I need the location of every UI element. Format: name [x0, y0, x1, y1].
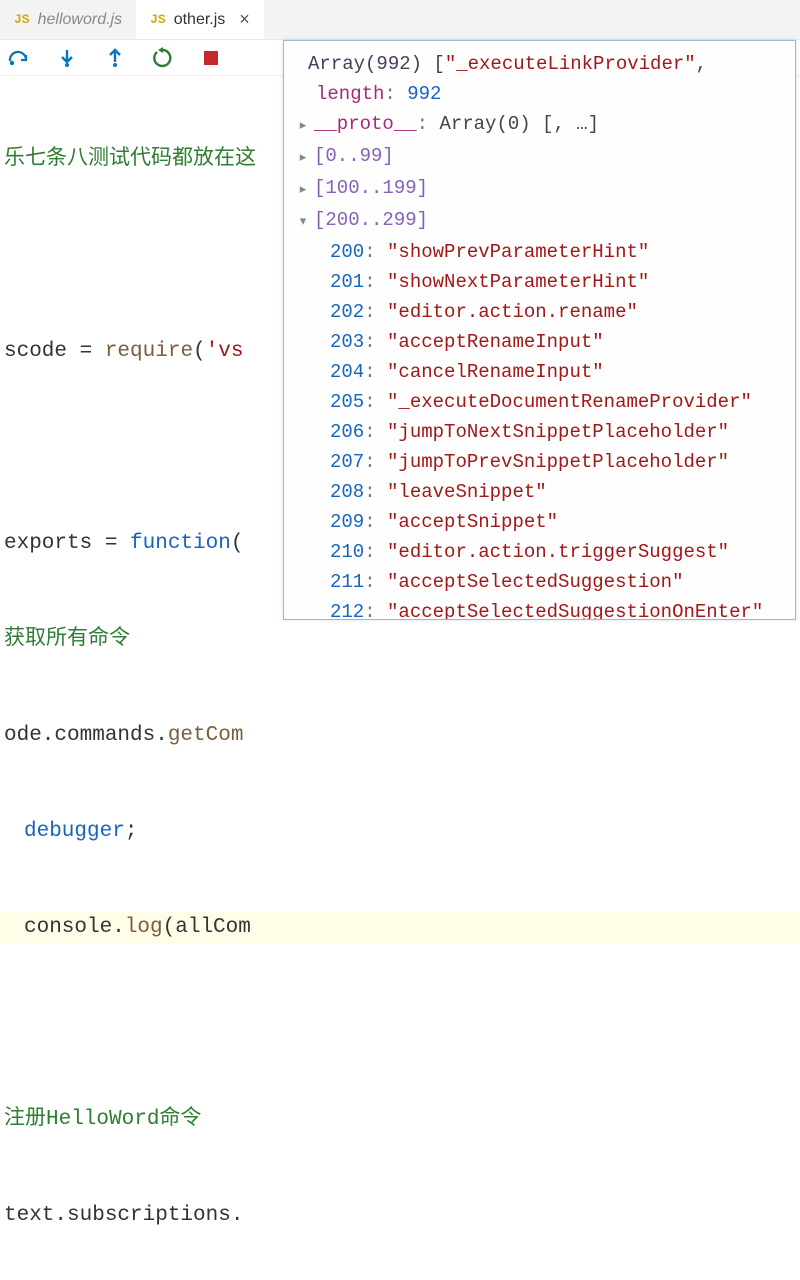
- code-line-current: console.log(allCom: [0, 912, 800, 944]
- step-out-button[interactable]: [102, 45, 128, 71]
- entry-value: "showPrevParameterHint": [387, 241, 649, 263]
- inspector-entry[interactable]: 202: "editor.action.rename": [298, 297, 785, 327]
- inspector-proto[interactable]: __proto__: Array(0) [, …]: [298, 109, 785, 141]
- entry-value: "cancelRenameInput": [387, 361, 604, 383]
- stop-icon: [204, 51, 218, 65]
- step-out-icon: [107, 48, 123, 68]
- entry-value: "showNextParameterHint": [387, 271, 649, 293]
- code-line: 注册HelloWord命令: [0, 1104, 800, 1136]
- caret-icon: [298, 175, 308, 205]
- inspector-entry[interactable]: 208: "leaveSnippet": [298, 477, 785, 507]
- close-icon[interactable]: ×: [239, 9, 250, 30]
- inspector-entry[interactable]: 211: "acceptSelectedSuggestion": [298, 567, 785, 597]
- code-line: 获取所有命令: [0, 624, 800, 656]
- code-line: ode.commands.getCom: [0, 720, 800, 752]
- step-over-button[interactable]: [6, 45, 32, 71]
- entry-index: 200: [330, 241, 364, 263]
- step-into-icon: [59, 48, 75, 68]
- inspector-entry[interactable]: 201: "showNextParameterHint": [298, 267, 785, 297]
- entry-value: "jumpToNextSnippetPlaceholder": [387, 421, 729, 443]
- inspector-entry[interactable]: 204: "cancelRenameInput": [298, 357, 785, 387]
- restart-button[interactable]: [150, 45, 176, 71]
- entry-index: 212: [330, 601, 364, 620]
- inspector-entry[interactable]: 210: "editor.action.triggerSuggest": [298, 537, 785, 567]
- entry-value: "jumpToPrevSnippetPlaceholder": [387, 451, 729, 473]
- editor-tabs: JS helloword.js JS other.js ×: [0, 0, 800, 40]
- tab-label: helloword.js: [38, 11, 122, 29]
- entry-index: 209: [330, 511, 364, 533]
- caret-icon: [298, 143, 308, 173]
- code-line: debugger;: [0, 816, 800, 848]
- stop-button[interactable]: [198, 45, 224, 71]
- caret-icon: [298, 207, 308, 237]
- inspector-range[interactable]: [200..299]: [298, 205, 785, 237]
- debug-inspector-popup[interactable]: Array(992) ["_executeLinkProvider", leng…: [283, 40, 796, 620]
- entry-value: "_executeDocumentRenameProvider": [387, 391, 752, 413]
- tab-label: other.js: [174, 11, 226, 29]
- step-over-icon: [8, 49, 30, 67]
- entry-index: 204: [330, 361, 364, 383]
- restart-icon: [152, 47, 174, 69]
- tab-helloword[interactable]: JS helloword.js: [0, 0, 136, 39]
- tab-other[interactable]: JS other.js ×: [136, 0, 264, 39]
- js-icon: JS: [150, 12, 166, 27]
- inspector-entry[interactable]: 212: "acceptSelectedSuggestionOnEnter": [298, 597, 785, 620]
- entry-value: "acceptSnippet": [387, 511, 558, 533]
- code-line: text.subscriptions.: [0, 1200, 800, 1232]
- entry-value: "acceptSelectedSuggestion": [387, 571, 683, 593]
- entry-value: "editor.action.rename": [387, 301, 638, 323]
- js-icon: JS: [14, 12, 30, 27]
- range-label: [200..299]: [314, 209, 428, 231]
- entry-index: 207: [330, 451, 364, 473]
- entry-index: 201: [330, 271, 364, 293]
- entry-value: "acceptRenameInput": [387, 331, 604, 353]
- caret-icon: [298, 111, 308, 141]
- inspector-entry[interactable]: 206: "jumpToNextSnippetPlaceholder": [298, 417, 785, 447]
- range-label: [0..99]: [314, 145, 394, 167]
- entry-index: 208: [330, 481, 364, 503]
- step-into-button[interactable]: [54, 45, 80, 71]
- inspector-range[interactable]: [0..99]: [298, 141, 785, 173]
- inspector-entry[interactable]: 200: "showPrevParameterHint": [298, 237, 785, 267]
- entry-value: "leaveSnippet": [387, 481, 547, 503]
- range-label: [100..199]: [314, 177, 428, 199]
- inspector-range[interactable]: [100..199]: [298, 173, 785, 205]
- inspector-length: length: 992: [298, 79, 785, 109]
- entry-index: 202: [330, 301, 364, 323]
- entry-index: 203: [330, 331, 364, 353]
- inspector-entry[interactable]: 207: "jumpToPrevSnippetPlaceholder": [298, 447, 785, 477]
- entry-value: "editor.action.triggerSuggest": [387, 541, 729, 563]
- inspector-entry[interactable]: 209: "acceptSnippet": [298, 507, 785, 537]
- entry-index: 206: [330, 421, 364, 443]
- entry-index: 211: [330, 571, 364, 593]
- inspector-entry[interactable]: 203: "acceptRenameInput": [298, 327, 785, 357]
- entry-index: 205: [330, 391, 364, 413]
- entry-value: "acceptSelectedSuggestionOnEnter": [387, 601, 763, 620]
- inspector-header: Array(992) ["_executeLinkProvider",: [298, 49, 785, 79]
- entry-index: 210: [330, 541, 364, 563]
- inspector-entry[interactable]: 205: "_executeDocumentRenameProvider": [298, 387, 785, 417]
